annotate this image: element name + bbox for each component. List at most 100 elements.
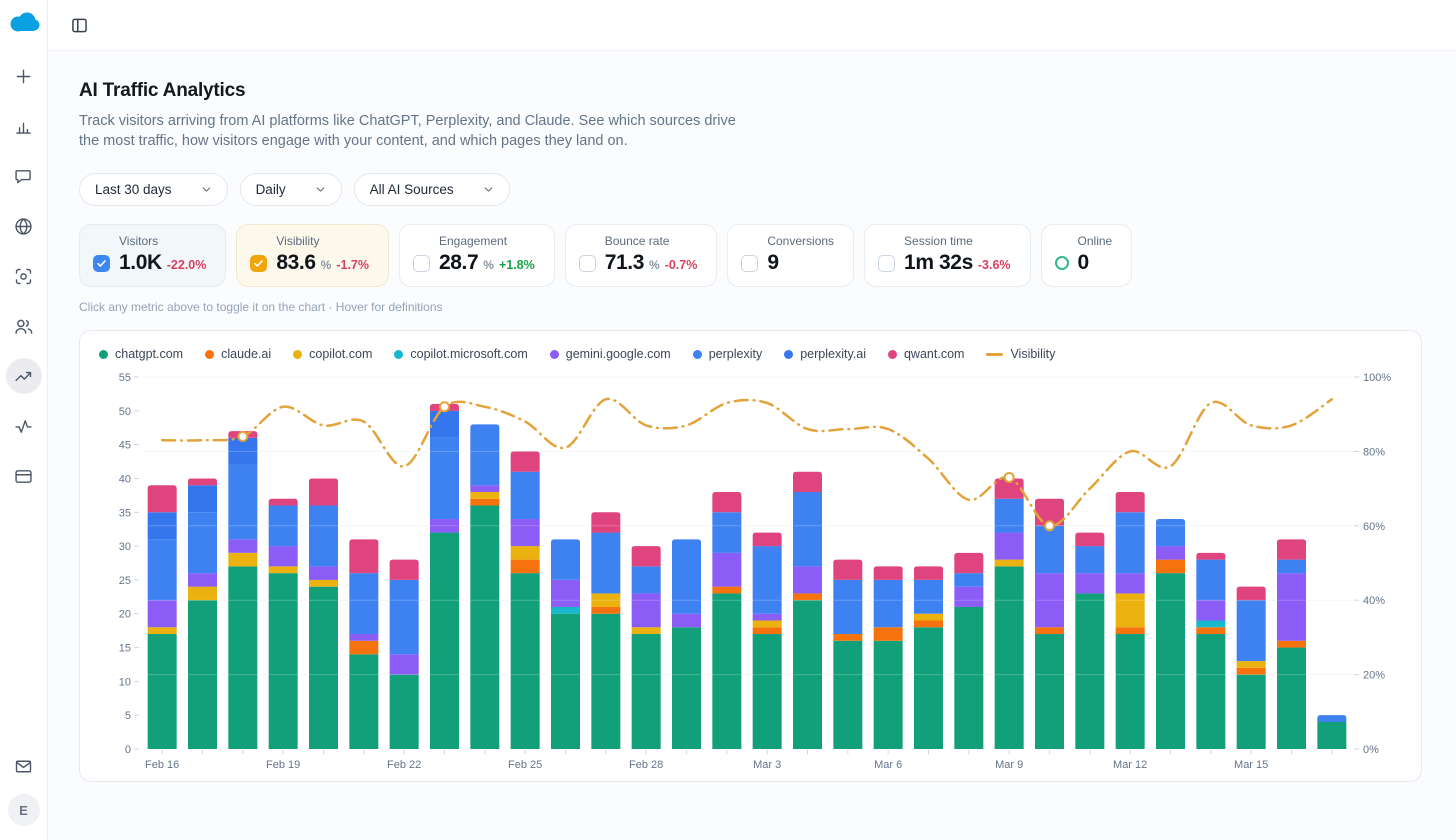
bar-segment-claude-ai[interactable] [833, 634, 862, 641]
bar-segment-copilot-com[interactable] [1116, 593, 1145, 627]
bar-segment-perplexity[interactable] [1035, 526, 1064, 573]
bar-segment-chatgpt-com[interactable] [672, 627, 701, 749]
bar-segment-copilot-com[interactable] [995, 560, 1024, 567]
bar-segment-perplexity[interactable] [954, 573, 983, 587]
bar-segment-claude-ai[interactable] [712, 587, 741, 594]
bar-segment-chatgpt-com[interactable] [1035, 634, 1064, 749]
bar-segment-qwant-com[interactable] [1075, 533, 1104, 547]
bar-segment-perplexity[interactable] [753, 546, 782, 614]
sidebar-item-scan-eye[interactable] [6, 258, 42, 294]
bar-segment-chatgpt-com[interactable] [228, 566, 257, 749]
bar-segment-gemini-google-com[interactable] [551, 580, 580, 607]
bar-segment-perplexity[interactable] [390, 580, 419, 654]
bar-segment-copilot-com[interactable] [1237, 661, 1266, 668]
metric-checkbox[interactable] [741, 255, 758, 272]
metric-card-conversions[interactable]: Conversions9 [727, 224, 854, 287]
bar-segment-perplexity[interactable] [1237, 600, 1266, 661]
bar-segment-qwant-com[interactable] [833, 560, 862, 580]
visibility-point-marker[interactable] [440, 402, 449, 411]
traffic-chart[interactable]: 05101520253035404550550%20%40%60%80%100%… [80, 365, 1420, 777]
bar-segment-copilot-com[interactable] [148, 627, 177, 634]
bar-segment-perplexity[interactable] [1196, 560, 1225, 601]
bar-segment-qwant-com[interactable] [188, 478, 217, 485]
bar-segment-qwant-com[interactable] [309, 478, 338, 505]
bar-segment-claude-ai[interactable] [1035, 627, 1064, 634]
bar-segment-chatgpt-com[interactable] [430, 533, 459, 749]
bar-segment-chatgpt-com[interactable] [1237, 675, 1266, 749]
bar-segment-chatgpt-com[interactable] [269, 573, 298, 749]
bar-segment-gemini-google-com[interactable] [1116, 573, 1145, 593]
bar-segment-chatgpt-com[interactable] [349, 654, 378, 749]
bar-segment-claude-ai[interactable] [753, 627, 782, 634]
bar-segment-perplexity[interactable] [1075, 546, 1104, 573]
bar-segment-gemini-google-com[interactable] [309, 566, 338, 580]
bar-segment-copilot-com[interactable] [228, 553, 257, 567]
bar-segment-perplexity[interactable] [591, 533, 620, 594]
legend-item-perplexity-ai[interactable]: perplexity.ai [784, 347, 866, 361]
bar-segment-gemini-google-com[interactable] [954, 587, 983, 607]
bar-segment-qwant-com[interactable] [1237, 587, 1266, 601]
bar-segment-gemini-google-com[interactable] [228, 539, 257, 553]
metric-card-online[interactable]: Online0 [1041, 224, 1133, 287]
bar-segment-gemini-google-com[interactable] [632, 593, 661, 627]
filter-source-dropdown[interactable]: All AI Sources [354, 173, 510, 206]
bar-segment-perplexity[interactable] [995, 499, 1024, 533]
bar-segment-perplexity[interactable] [712, 512, 741, 553]
bar-segment-perplexity[interactable] [833, 580, 862, 634]
bar-segment-perplexity[interactable] [430, 438, 459, 519]
bar-segment-chatgpt-com[interactable] [1116, 634, 1145, 749]
bar-segment-perplexity[interactable] [672, 539, 701, 613]
sidebar-item-globe[interactable] [6, 208, 42, 244]
sidebar-item-trending-up[interactable] [6, 358, 42, 394]
bar-segment-chatgpt-com[interactable] [148, 634, 177, 749]
bar-segment-perplexity[interactable] [349, 573, 378, 634]
bar-segment-gemini-google-com[interactable] [1075, 573, 1104, 593]
bar-segment-chatgpt-com[interactable] [954, 607, 983, 749]
visibility-point-marker[interactable] [238, 432, 247, 441]
bar-segment-perplexity[interactable] [1156, 519, 1185, 546]
bar-segment-claude-ai[interactable] [1237, 668, 1266, 675]
bar-segment-qwant-com[interactable] [793, 472, 822, 492]
bar-segment-chatgpt-com[interactable] [470, 506, 499, 749]
bar-segment-chatgpt-com[interactable] [1156, 573, 1185, 749]
bar-segment-perplexity[interactable] [148, 539, 177, 600]
bar-segment-qwant-com[interactable] [511, 451, 540, 471]
sidebar-item-plus[interactable] [6, 58, 42, 94]
bar-segment-claude-ai[interactable] [470, 499, 499, 506]
bar-segment-claude-ai[interactable] [1156, 560, 1185, 574]
bar-segment-qwant-com[interactable] [1277, 539, 1306, 559]
bar-segment-perplexity[interactable] [551, 539, 580, 580]
bar-segment-copilot-microsoft-com[interactable] [1196, 620, 1225, 627]
bar-segment-qwant-com[interactable] [591, 512, 620, 532]
bar-segment-claude-ai[interactable] [511, 560, 540, 574]
bar-segment-chatgpt-com[interactable] [511, 573, 540, 749]
bar-segment-qwant-com[interactable] [1116, 492, 1145, 512]
bar-segment-gemini-google-com[interactable] [793, 566, 822, 593]
bar-segment-perplexity[interactable] [874, 580, 903, 627]
legend-item-copilot-com[interactable]: copilot.com [293, 347, 372, 361]
bar-segment-copilot-com[interactable] [188, 587, 217, 601]
bar-segment-chatgpt-com[interactable] [833, 641, 862, 749]
bar-segment-perplexity-ai[interactable] [188, 485, 217, 512]
bar-segment-gemini-google-com[interactable] [712, 553, 741, 587]
bar-segment-copilot-com[interactable] [511, 546, 540, 560]
bar-segment-copilot-microsoft-com[interactable] [551, 607, 580, 614]
bar-segment-qwant-com[interactable] [269, 499, 298, 506]
bar-segment-claude-ai[interactable] [874, 627, 903, 641]
bar-segment-gemini-google-com[interactable] [672, 614, 701, 628]
bar-segment-perplexity-ai[interactable] [430, 411, 459, 438]
bar-segment-gemini-google-com[interactable] [1277, 573, 1306, 641]
bar-segment-chatgpt-com[interactable] [1277, 648, 1306, 749]
bar-segment-gemini-google-com[interactable] [390, 654, 419, 674]
sidebar-item-chat[interactable] [6, 158, 42, 194]
bar-segment-chatgpt-com[interactable] [1075, 593, 1104, 749]
filter-date-range-dropdown[interactable]: Last 30 days [79, 173, 228, 206]
legend-item-gemini-google-com[interactable]: gemini.google.com [550, 347, 671, 361]
bar-segment-gemini-google-com[interactable] [349, 634, 378, 641]
bar-segment-perplexity[interactable] [1277, 560, 1306, 574]
bar-segment-perplexity[interactable] [309, 506, 338, 567]
sidebar-item-users[interactable] [6, 308, 42, 344]
bar-segment-qwant-com[interactable] [914, 566, 943, 580]
sidebar-item-activity[interactable] [6, 408, 42, 444]
bar-segment-claude-ai[interactable] [349, 641, 378, 655]
